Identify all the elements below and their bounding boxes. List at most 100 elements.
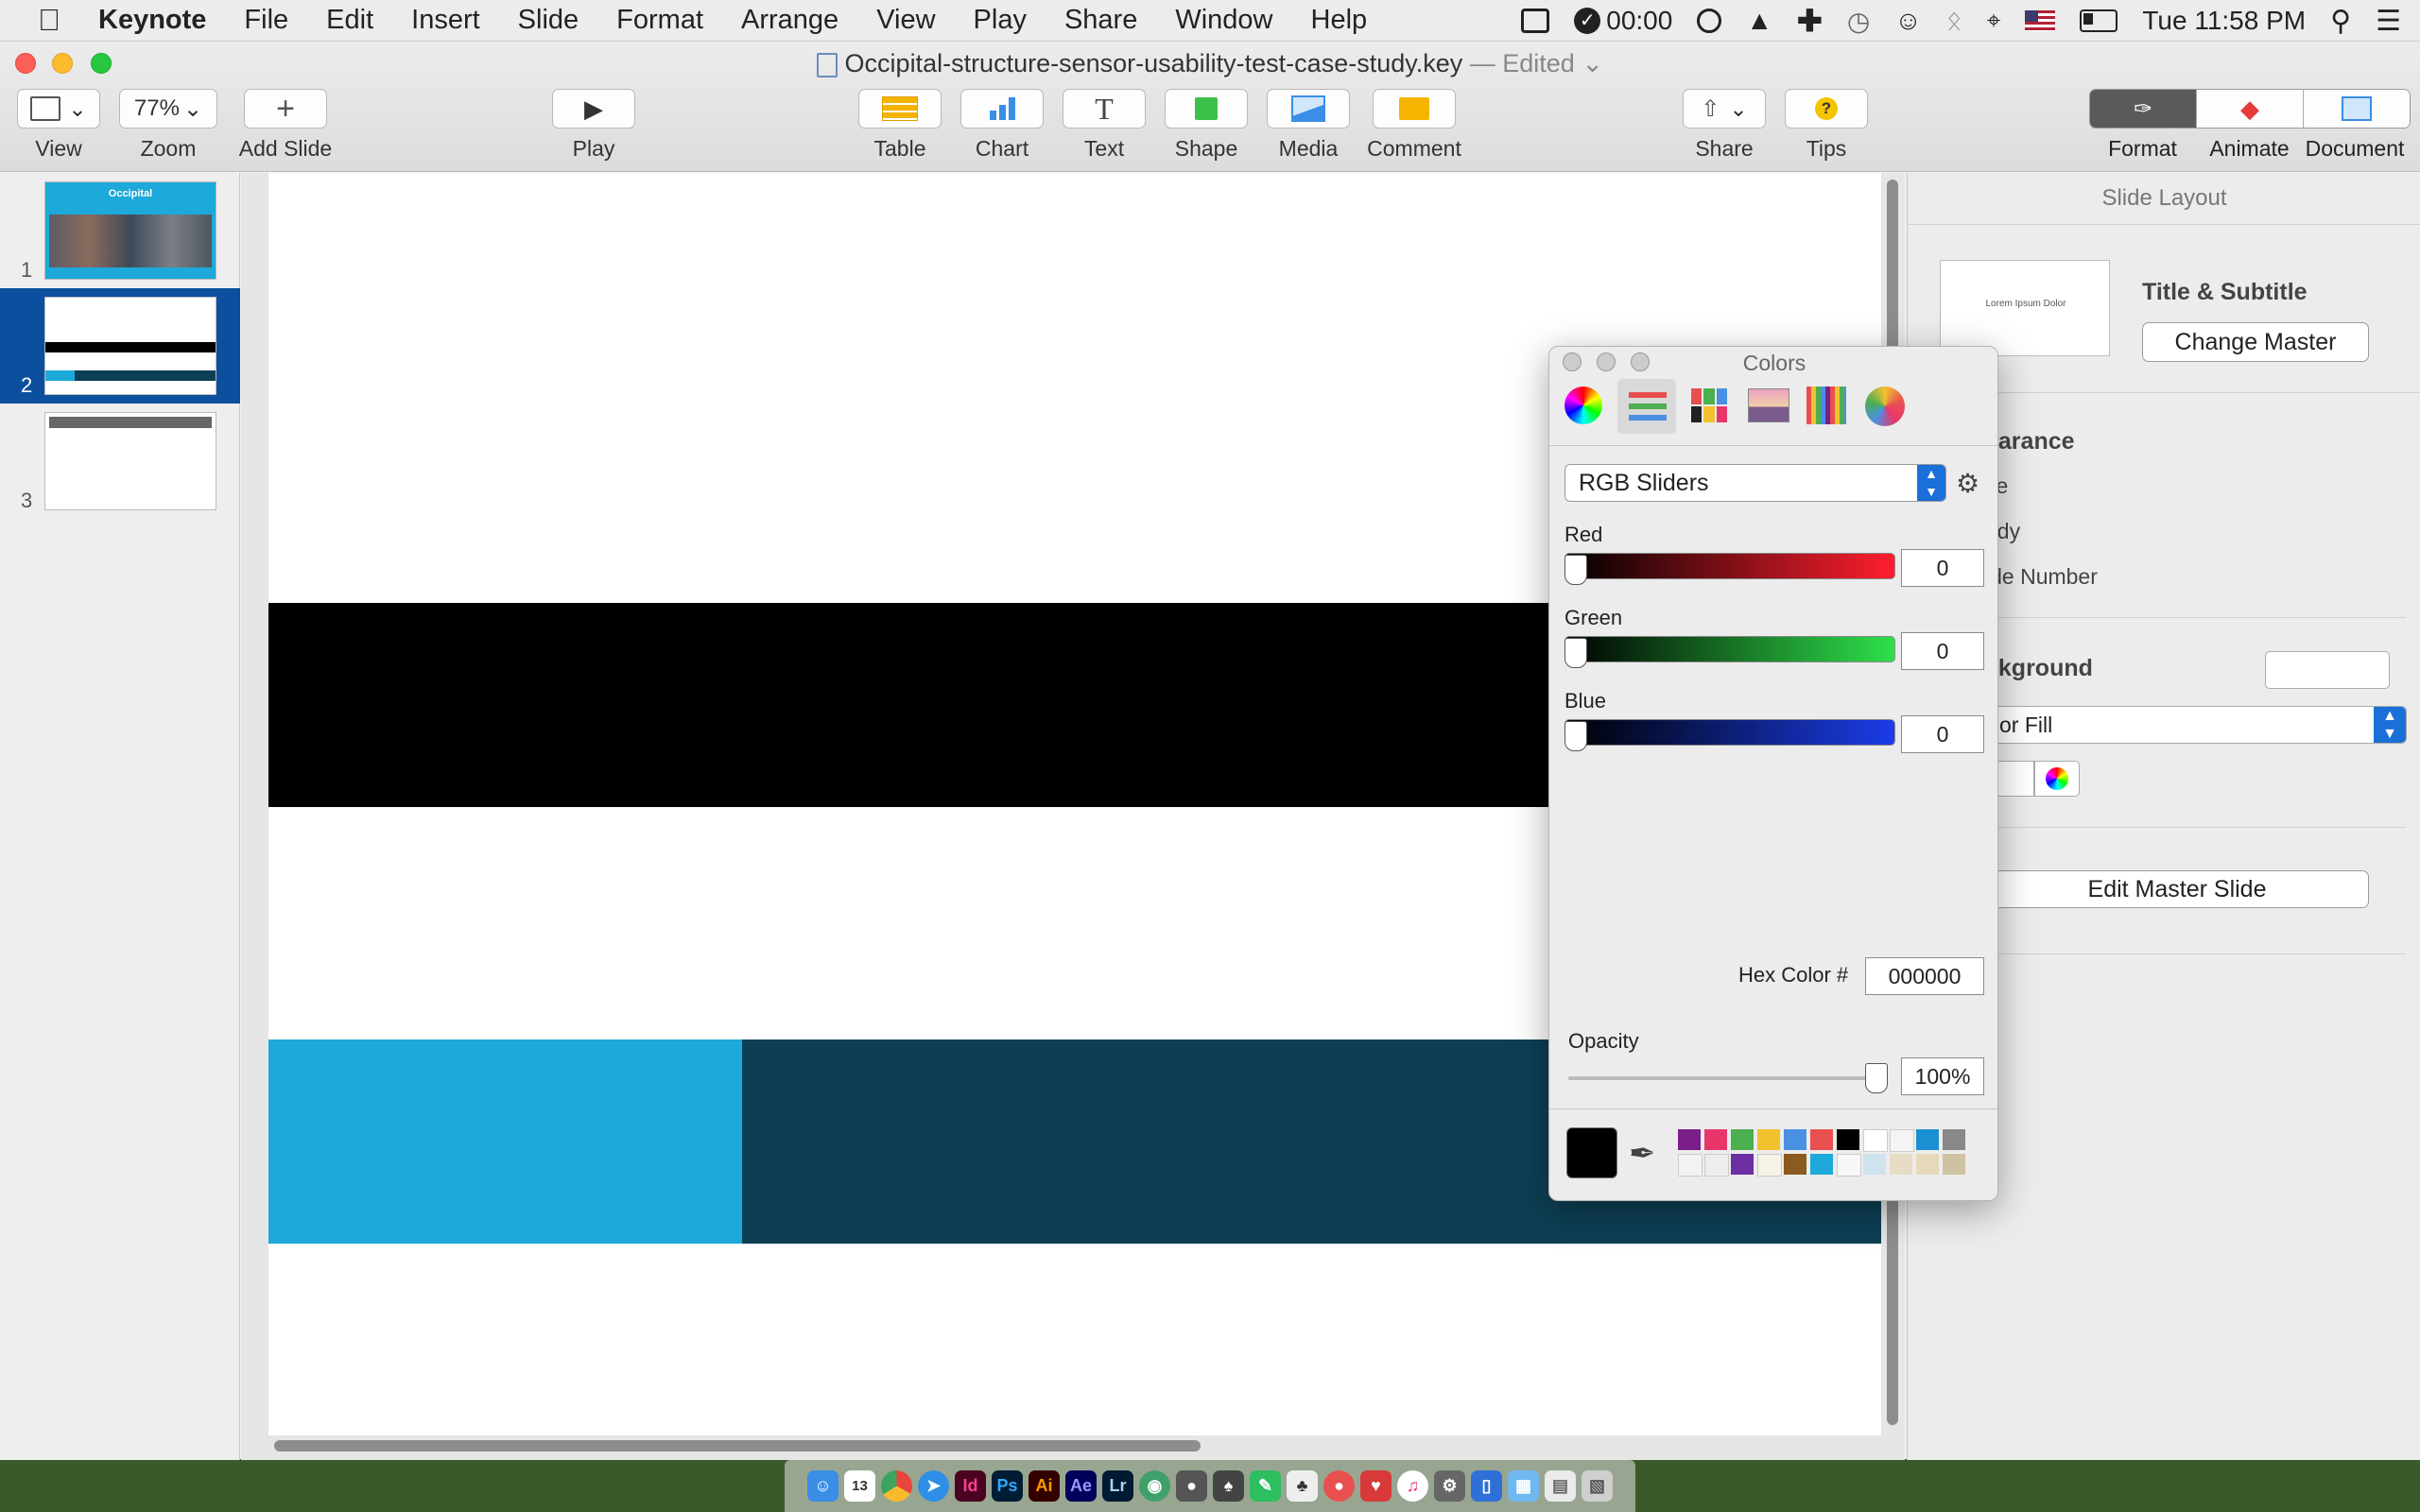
comment-button[interactable] [1373, 89, 1456, 129]
color-swatch[interactable] [1704, 1154, 1729, 1177]
color-swatch[interactable] [1943, 1154, 1965, 1175]
us-flag-icon[interactable] [2025, 10, 2056, 31]
color-swatch[interactable] [1890, 1154, 1912, 1175]
battery-icon[interactable] [2080, 9, 2118, 32]
gear-icon[interactable]: ⚙ [1956, 468, 1979, 499]
horizontal-scrollbar[interactable] [274, 1440, 1201, 1452]
toolbar-view[interactable]: ⌄ View [17, 89, 100, 162]
slide-number-checkbox-label[interactable]: ide Number [1985, 564, 2098, 590]
evernote-icon[interactable]: ✎ [1250, 1470, 1281, 1502]
opacity-value-field[interactable]: 100% [1901, 1057, 1984, 1095]
text-button[interactable]: T [1063, 89, 1146, 129]
toolbar-media[interactable]: Media [1267, 89, 1350, 162]
menu-insert[interactable]: Insert [411, 5, 480, 36]
music-icon[interactable]: ♫ [1397, 1470, 1428, 1502]
color-swatch[interactable] [1863, 1129, 1888, 1152]
chrome-icon[interactable] [881, 1470, 912, 1502]
menu-view[interactable]: View [876, 5, 935, 36]
folder-icon[interactable]: ▦ [1508, 1470, 1539, 1502]
color-wheel-tab[interactable] [1564, 387, 1602, 424]
blue-slider[interactable] [1564, 719, 1895, 746]
photoshop-icon[interactable]: Ps [992, 1470, 1023, 1502]
share-button[interactable]: ⇧ ⌄ [1683, 89, 1766, 129]
color-swatch[interactable] [1784, 1129, 1806, 1150]
toolbar-add-slide[interactable]: + Add Slide [236, 89, 335, 162]
color-swatch[interactable] [1837, 1129, 1859, 1150]
wifi-icon[interactable]: ⌖ [1987, 6, 2001, 36]
add-slide-button[interactable]: + [244, 89, 327, 129]
tips-button[interactable]: ? [1785, 89, 1868, 129]
fill-type-select[interactable]: or Fill ▲ ▼ [1985, 706, 2407, 744]
red-slider-knob[interactable] [1564, 555, 1587, 585]
toolbar-text[interactable]: T Text [1063, 89, 1146, 162]
format-segment[interactable]: ✑ [2090, 90, 2196, 128]
globe-app-icon[interactable]: ◉ [1139, 1470, 1170, 1502]
menu-arrange[interactable]: Arrange [741, 5, 838, 36]
menu-window[interactable]: Window [1175, 5, 1272, 36]
color-swatch[interactable] [1704, 1129, 1727, 1150]
green-slider[interactable] [1564, 636, 1895, 662]
color-swatch[interactable] [1916, 1129, 1939, 1150]
lightroom-icon[interactable]: Lr [1102, 1470, 1133, 1502]
light-blue-shape[interactable] [268, 1040, 742, 1244]
menu-slide[interactable]: Slide [518, 5, 579, 36]
document-title[interactable]: Occipital-structure-sensor-usability-tes… [0, 49, 2420, 78]
master-thumbnail[interactable]: Lorem Ipsum Dolor [1940, 260, 2110, 356]
color-swatch[interactable] [1731, 1154, 1754, 1175]
menu-edit[interactable]: Edit [326, 5, 373, 36]
opacity-slider-knob[interactable] [1865, 1063, 1888, 1093]
slide-thumb-row-3[interactable]: 3 [0, 404, 240, 519]
document-segment[interactable] [2303, 90, 2410, 128]
media-button[interactable] [1267, 89, 1350, 129]
color-swatch[interactable] [1810, 1129, 1833, 1150]
plus-cross-icon[interactable]: ✚ [1797, 3, 1823, 39]
blue-slider-knob[interactable] [1564, 721, 1587, 751]
clock-text[interactable]: Tue 11:58 PM [2142, 6, 2306, 36]
color-swatch[interactable] [1731, 1129, 1754, 1150]
menu-help[interactable]: Help [1311, 5, 1368, 36]
bear-app-icon[interactable]: ● [1176, 1470, 1207, 1502]
color-mode-select[interactable]: RGB Sliders ▲ ▼ [1564, 464, 1946, 502]
image-palettes-tab[interactable] [1748, 388, 1789, 422]
color-swatch[interactable] [1757, 1154, 1782, 1177]
color-swatch[interactable] [1810, 1154, 1833, 1175]
red-value-field[interactable]: 0 [1901, 549, 1984, 587]
color-swatch[interactable] [1863, 1154, 1886, 1175]
spade-app-icon[interactable]: ♠ [1213, 1470, 1244, 1502]
safari-icon[interactable]: ➤ [918, 1470, 949, 1502]
menu-share[interactable]: Share [1064, 5, 1137, 36]
hex-color-field[interactable]: 000000 [1865, 957, 1984, 995]
illustrator-icon[interactable]: Ai [1028, 1470, 1060, 1502]
pencils-tab[interactable] [1806, 387, 1846, 424]
shape-button[interactable] [1165, 89, 1248, 129]
toolbar-play[interactable]: ▶ Play [552, 89, 635, 162]
record-app-icon[interactable]: ● [1323, 1470, 1355, 1502]
toolbar-comment[interactable]: Comment [1367, 89, 1461, 162]
timer-status[interactable]: ✓ 00:00 [1574, 6, 1672, 36]
toolbar-chart[interactable]: Chart [960, 89, 1044, 162]
color-swatch[interactable] [1678, 1129, 1701, 1150]
slide-thumbnail-2[interactable] [44, 297, 216, 395]
color-wheel-button[interactable] [2034, 761, 2080, 797]
background-color-well[interactable] [2265, 651, 2390, 689]
slide-thumb-row-1[interactable]: Occipital 1 [0, 173, 240, 288]
blue-value-field[interactable]: 0 [1901, 715, 1984, 753]
color-swatch[interactable] [1678, 1154, 1703, 1177]
keynote-icon[interactable]: ▯ [1471, 1470, 1502, 1502]
color-swatch[interactable] [1784, 1154, 1806, 1175]
animate-segment[interactable]: ◆ [2196, 90, 2303, 128]
color-sliders-tab[interactable] [1617, 379, 1676, 434]
color-swatch[interactable] [1890, 1129, 1914, 1152]
menu-app-name[interactable]: Keynote [98, 5, 206, 36]
color-swatch[interactable] [1837, 1154, 1861, 1177]
edit-master-slide-button[interactable]: Edit Master Slide [1985, 870, 2369, 908]
color-swatch[interactable] [1757, 1129, 1780, 1150]
view-button[interactable]: ⌄ [17, 89, 100, 129]
flame-app-icon[interactable]: ♥ [1360, 1470, 1392, 1502]
green-slider-knob[interactable] [1564, 638, 1587, 668]
green-value-field[interactable]: 0 [1901, 632, 1984, 670]
accessibility-icon[interactable]: ☺ [1894, 6, 1922, 36]
cards-app-icon[interactable]: ♣ [1287, 1470, 1318, 1502]
zoom-select[interactable]: 77% ⌄ [119, 89, 217, 129]
document-icon[interactable]: ▤ [1545, 1470, 1576, 1502]
